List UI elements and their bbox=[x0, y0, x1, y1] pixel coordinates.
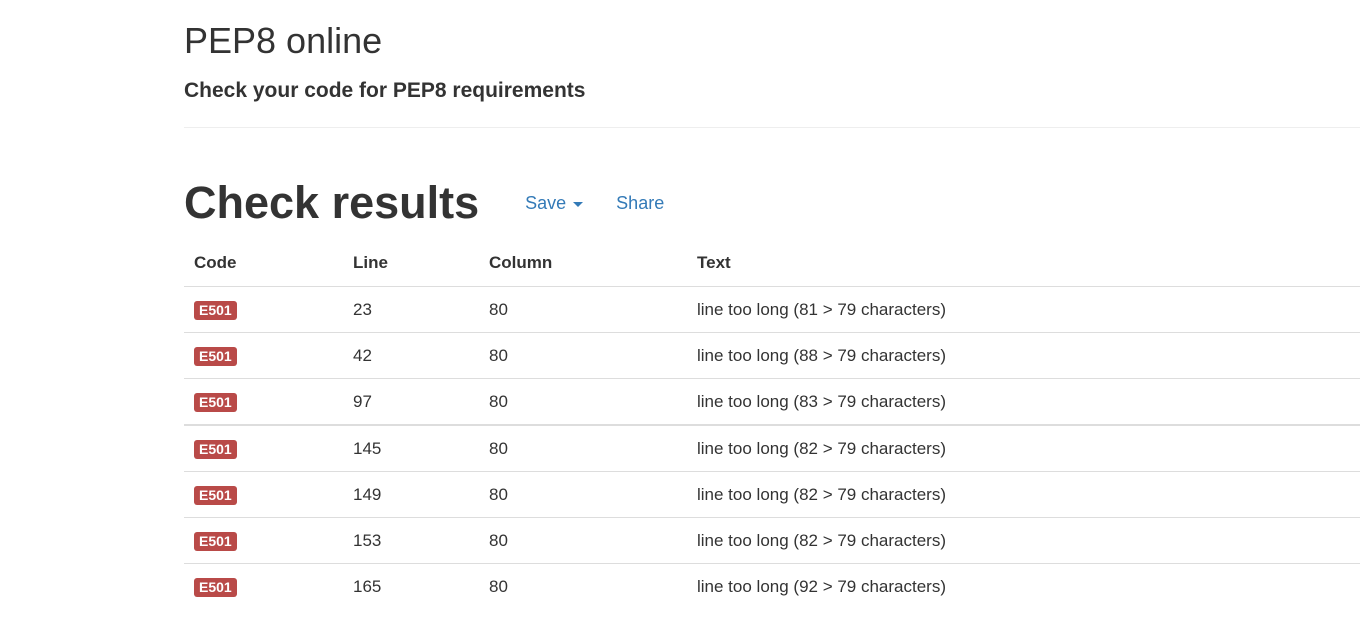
code-cell: E501 bbox=[184, 517, 343, 564]
column-cell: 80 bbox=[479, 471, 687, 518]
save-label: Save bbox=[525, 192, 567, 213]
error-code-badge[interactable]: E501 bbox=[194, 439, 237, 459]
text-cell: line too long (81 > 79 characters) bbox=[687, 286, 1360, 333]
error-code-badge[interactable]: E501 bbox=[194, 485, 237, 505]
error-code-badge[interactable]: E501 bbox=[194, 577, 237, 597]
text-cell: line too long (82 > 79 characters) bbox=[687, 471, 1360, 518]
table-body: E501 23 80 line too long (81 > 79 charac… bbox=[184, 286, 1360, 609]
table-row: E501 145 80 line too long (82 > 79 chara… bbox=[184, 424, 1360, 472]
page: PEP8 online Check your code for PEP8 req… bbox=[0, 0, 1364, 619]
text-cell: line too long (92 > 79 characters) bbox=[687, 563, 1360, 609]
error-code-badge[interactable]: E501 bbox=[194, 300, 237, 320]
table-header-row: Code Line Column Text bbox=[184, 240, 1360, 287]
code-cell: E501 bbox=[184, 424, 343, 472]
column-cell: 80 bbox=[479, 517, 687, 564]
line-cell: 42 bbox=[343, 332, 479, 379]
column-header-column: Column bbox=[479, 240, 687, 287]
line-cell: 97 bbox=[343, 378, 479, 425]
results-title: Check results bbox=[184, 177, 480, 228]
column-cell: 80 bbox=[479, 563, 687, 609]
caret-down-icon bbox=[573, 201, 584, 207]
table-row: E501 23 80 line too long (81 > 79 charac… bbox=[184, 286, 1360, 333]
column-cell: 80 bbox=[479, 286, 687, 333]
line-cell: 149 bbox=[343, 471, 479, 518]
line-cell: 153 bbox=[343, 517, 479, 564]
line-cell: 23 bbox=[343, 286, 479, 333]
header-divider bbox=[184, 127, 1360, 128]
column-cell: 80 bbox=[479, 378, 687, 425]
line-cell: 145 bbox=[343, 424, 479, 472]
text-cell: line too long (83 > 79 characters) bbox=[687, 378, 1360, 425]
error-code-badge[interactable]: E501 bbox=[194, 392, 237, 412]
text-cell: line too long (82 > 79 characters) bbox=[687, 424, 1360, 472]
site-title: PEP8 online bbox=[184, 20, 383, 61]
table-row: E501 165 80 line too long (92 > 79 chara… bbox=[184, 563, 1360, 609]
column-header-text: Text bbox=[687, 240, 1360, 287]
table-row: E501 153 80 line too long (82 > 79 chara… bbox=[184, 517, 1360, 564]
column-cell: 80 bbox=[479, 424, 687, 472]
code-cell: E501 bbox=[184, 471, 343, 518]
code-cell: E501 bbox=[184, 286, 343, 333]
table-row: E501 42 80 line too long (88 > 79 charac… bbox=[184, 332, 1360, 379]
results-heading: Check results Save Share bbox=[184, 176, 664, 230]
table-row: E501 97 80 line too long (83 > 79 charac… bbox=[184, 378, 1360, 425]
code-cell: E501 bbox=[184, 332, 343, 379]
column-header-line: Line bbox=[343, 240, 479, 287]
code-cell: E501 bbox=[184, 378, 343, 425]
save-dropdown-button[interactable]: Save bbox=[525, 192, 584, 214]
line-cell: 165 bbox=[343, 563, 479, 609]
results-table: Code Line Column Text E501 23 80 line to… bbox=[184, 240, 1360, 609]
text-cell: line too long (88 > 79 characters) bbox=[687, 332, 1360, 379]
column-header-code: Code bbox=[184, 240, 343, 287]
code-cell: E501 bbox=[184, 563, 343, 609]
column-cell: 80 bbox=[479, 332, 687, 379]
error-code-badge[interactable]: E501 bbox=[194, 346, 237, 366]
share-link[interactable]: Share bbox=[616, 193, 664, 214]
text-cell: line too long (82 > 79 characters) bbox=[687, 517, 1360, 564]
table-header: Code Line Column Text bbox=[184, 240, 1360, 287]
table-row: E501 149 80 line too long (82 > 79 chara… bbox=[184, 471, 1360, 518]
site-subtitle: Check your code for PEP8 requirements bbox=[184, 79, 586, 102]
error-code-badge[interactable]: E501 bbox=[194, 531, 237, 551]
